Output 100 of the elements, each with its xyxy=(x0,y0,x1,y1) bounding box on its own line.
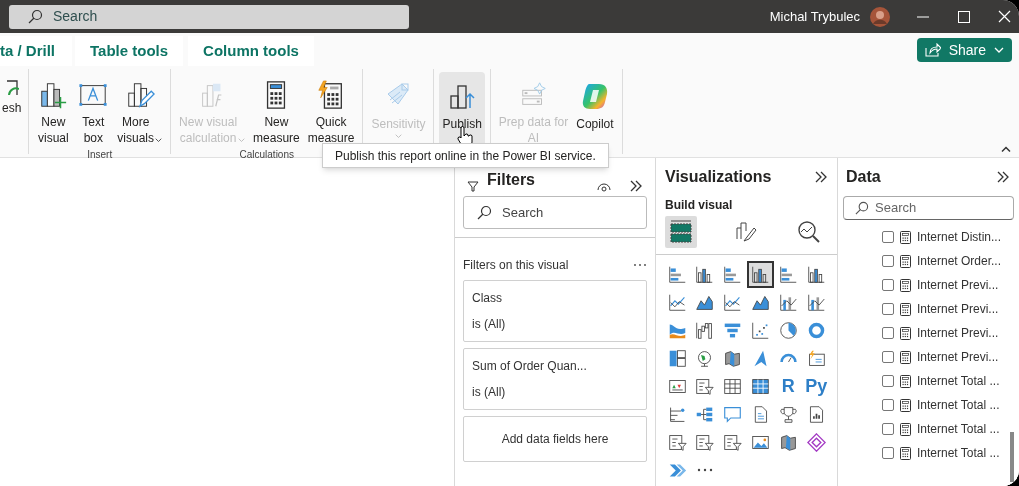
search-field[interactable]: Search xyxy=(9,4,409,29)
magnifier-chart-icon xyxy=(796,219,822,245)
search-field[interactable]: Search xyxy=(463,196,647,229)
calculator-icon xyxy=(900,302,911,316)
table-icon xyxy=(723,376,743,396)
group-label: Calculations xyxy=(239,149,294,161)
checkbox[interactable] xyxy=(882,327,894,339)
search-icon xyxy=(854,200,869,216)
calculator-icon xyxy=(900,374,911,388)
text-box-button[interactable]: Text box xyxy=(74,72,113,148)
slicer-filter-icon xyxy=(695,376,715,396)
checkbox[interactable] xyxy=(882,231,894,243)
close-icon[interactable] xyxy=(998,10,1011,23)
new-visual-button[interactable]: New visual xyxy=(34,72,73,148)
line-chart-icon xyxy=(723,292,743,312)
filter-condition: is (All) xyxy=(472,385,507,399)
matrix-icon xyxy=(751,376,770,396)
checkbox[interactable] xyxy=(882,447,894,459)
slicer-filter-icon xyxy=(723,432,743,452)
checkbox[interactable] xyxy=(882,423,894,435)
eye-icon[interactable] xyxy=(597,182,611,192)
calculator-icon xyxy=(900,230,911,244)
user-name: Michal Trybulec xyxy=(769,7,860,26)
more-visuals-button[interactable]: More visuals xyxy=(114,72,166,148)
checkbox[interactable] xyxy=(882,255,894,267)
trophy-icon xyxy=(778,404,798,424)
calculator-icon xyxy=(900,254,911,268)
filter-field: Class xyxy=(472,291,638,305)
visual-type-button[interactable] xyxy=(804,430,828,454)
field-name[interactable]: Internet Previ... xyxy=(917,300,999,318)
bar-chart-icon xyxy=(778,264,798,284)
collapse-pane-icon[interactable] xyxy=(629,180,643,192)
checkbox[interactable] xyxy=(882,351,894,363)
script-visual-button[interactable]: Py xyxy=(804,375,829,397)
column-chart-icon xyxy=(695,264,715,284)
measure-button[interactable]: New measure xyxy=(250,72,303,148)
pie-chart-icon xyxy=(778,320,798,340)
slicer-filter-icon xyxy=(695,432,715,452)
collapse-pane-icon[interactable] xyxy=(996,171,1010,183)
calculator-icon xyxy=(900,350,911,364)
calculator-icon xyxy=(900,278,911,292)
field-name[interactable]: Internet Total ... xyxy=(917,444,1000,462)
donut-chart-icon xyxy=(806,320,826,340)
field-name[interactable]: Internet Previ... xyxy=(917,276,999,294)
card-number-icon xyxy=(806,348,826,368)
field-name[interactable]: Internet Total ... xyxy=(917,420,1000,438)
pane-title: Data xyxy=(846,167,881,187)
calculator-icon xyxy=(900,422,911,436)
more-icon[interactable] xyxy=(633,263,647,267)
field-name[interactable]: Internet Previ... xyxy=(917,348,999,366)
filter-card[interactable]: Sum of Order Quan... is (All) xyxy=(463,348,647,410)
field-name[interactable]: Internet Total ... xyxy=(917,396,1000,414)
field-name[interactable]: Internet Total ... xyxy=(917,372,1000,390)
filter-card[interactable]: Class is (All) xyxy=(463,280,647,342)
visual-pane-tab[interactable] xyxy=(665,216,697,248)
bar-chart-icon xyxy=(723,264,743,284)
field-name[interactable]: Internet Order... xyxy=(917,252,1002,270)
tooltip: Publish this report online in the Power BI service. xyxy=(322,143,609,168)
more-icon xyxy=(696,468,713,472)
refresh-icon xyxy=(4,80,19,96)
calculator-icon xyxy=(900,398,911,412)
checkbox[interactable] xyxy=(882,303,894,315)
field-name[interactable]: Internet Previ... xyxy=(917,324,999,342)
fields-grid-icon xyxy=(667,218,695,246)
calculator-icon xyxy=(900,446,911,460)
script-visual-button[interactable]: R xyxy=(780,375,796,397)
pane-title: Visualizations xyxy=(665,167,772,187)
ribbon-tab[interactable]: ta / Drill xyxy=(0,36,72,66)
line-column-chart-icon xyxy=(778,292,798,312)
scrollbar[interactable] xyxy=(1010,432,1014,482)
line-column-chart-icon xyxy=(806,292,826,312)
caret-down-icon xyxy=(994,47,1004,53)
diamond-icon xyxy=(806,432,826,452)
search-icon xyxy=(27,8,43,25)
avatar[interactable] xyxy=(870,6,890,27)
map-icon xyxy=(723,348,743,368)
collapse-pane-icon[interactable] xyxy=(814,171,828,183)
field-name[interactable]: Internet Distin... xyxy=(917,228,1002,246)
column-chart-icon xyxy=(806,264,826,284)
drop-zone[interactable]: Add data fields here xyxy=(463,416,647,462)
filter-icon xyxy=(467,180,479,192)
checkbox[interactable] xyxy=(882,399,894,411)
section-heading: Build visual xyxy=(664,197,734,214)
share-icon xyxy=(924,43,941,57)
bar-chart-icon xyxy=(667,264,687,284)
maximize-icon[interactable] xyxy=(958,10,970,23)
share-button[interactable]: Share xyxy=(916,38,1012,62)
column-chart-icon xyxy=(751,264,770,284)
checkbox[interactable] xyxy=(882,279,894,291)
ribbon-tab[interactable]: Column tools xyxy=(188,36,314,66)
filter-condition: is (All) xyxy=(472,317,507,331)
ribbon-tab[interactable]: Table tools xyxy=(75,36,184,66)
collapse-ribbon-icon[interactable] xyxy=(1001,146,1011,153)
refresh-button[interactable]: esh xyxy=(0,72,25,148)
speech-bubble-icon xyxy=(723,404,743,424)
visual-type-button[interactable] xyxy=(749,262,772,286)
slicer-filter-icon xyxy=(667,432,687,452)
checkbox[interactable] xyxy=(882,375,894,387)
search-field[interactable]: Search xyxy=(843,196,1014,220)
section-heading: Filters on this visual xyxy=(463,257,569,274)
